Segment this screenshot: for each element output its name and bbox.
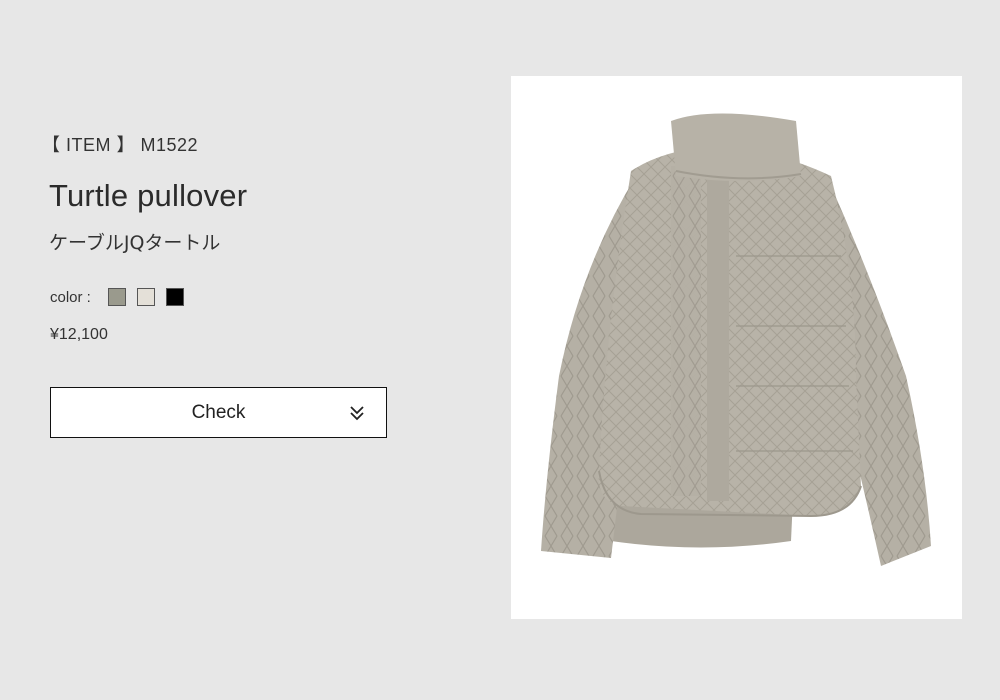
color-label: color : xyxy=(50,288,91,306)
item-code: 【 ITEM 】 M1522 xyxy=(42,135,199,155)
check-button-label: Check xyxy=(191,401,246,423)
product-image xyxy=(511,76,962,619)
check-button[interactable]: Check xyxy=(50,387,387,438)
color-swatch-off-white[interactable] xyxy=(136,288,155,306)
product-subtitle: ケーブルJQタートル xyxy=(49,232,221,254)
color-swatch-greige[interactable] xyxy=(107,288,126,306)
color-swatch-black[interactable] xyxy=(165,288,184,306)
double-chevron-down-icon xyxy=(350,406,364,421)
turtle-pullover-illustration xyxy=(541,113,931,566)
product-title: Turtle pullover xyxy=(49,178,248,213)
product-price: ¥12,100 xyxy=(50,326,108,343)
color-selector: color : xyxy=(50,286,195,308)
